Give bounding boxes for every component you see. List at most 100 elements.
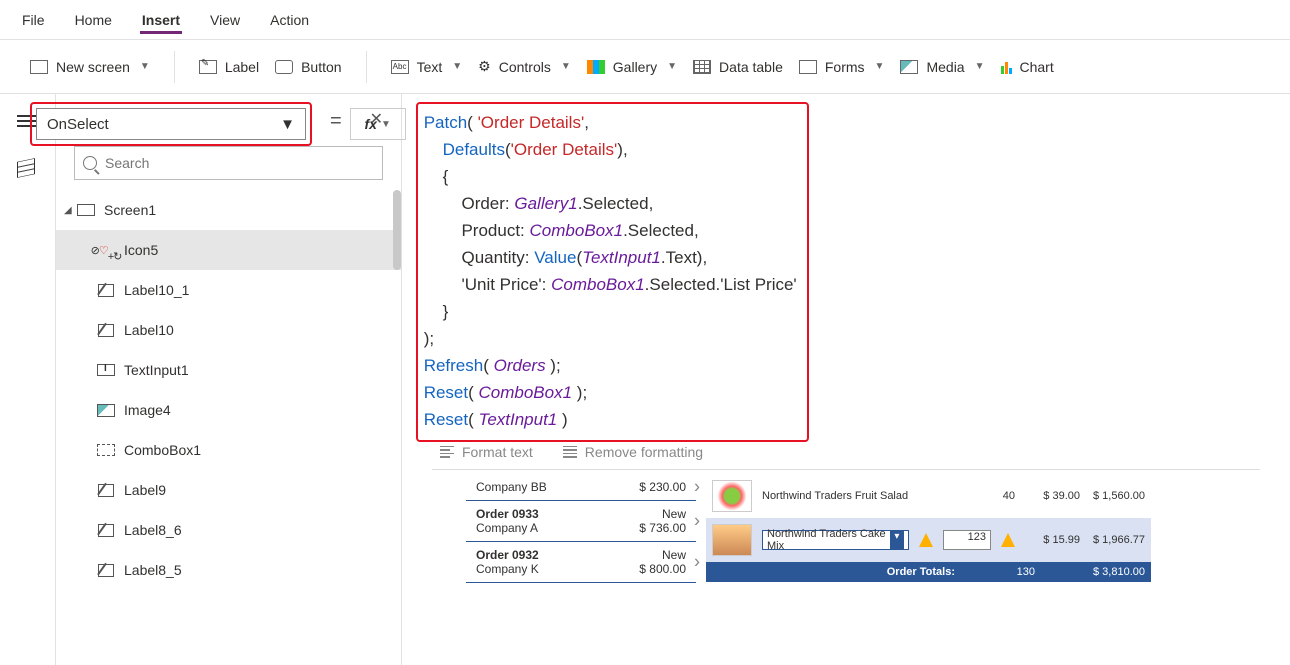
order-details: Northwind Traders Fruit Salad 40 $ 39.00… [706, 474, 1151, 582]
forms-label: Forms [825, 59, 865, 75]
tree-item-label9[interactable]: Label9 [56, 470, 401, 510]
new-screen-button[interactable]: New screen ▼ [22, 53, 158, 81]
controls-dropdown[interactable]: ⚙ Controls ▼ [470, 52, 579, 81]
remove-formatting-label: Remove formatting [585, 444, 703, 460]
label-label: Label [225, 59, 259, 75]
menu-action[interactable]: Action [268, 6, 311, 34]
menu-view[interactable]: View [208, 6, 242, 34]
chevron-down-icon[interactable]: ▾ [890, 531, 904, 549]
chevron-right-icon: › [694, 511, 700, 532]
tree-item-label: Label9 [124, 482, 166, 498]
label-button[interactable]: ✎ Label [191, 53, 267, 81]
amount-label: $ 736.00 [639, 521, 686, 535]
menu-file[interactable]: File [20, 6, 47, 34]
order-gallery[interactable]: Company BB$ 230.00 › Order 0933 New Compa… [466, 474, 696, 583]
formula-bar[interactable]: Patch( 'Order Details', Defaults('Order … [424, 110, 797, 434]
product-name: Northwind Traders Fruit Salad [762, 490, 965, 502]
ribbon: New screen ▼ ✎ Label Button Abc Text ▼ ⚙… [0, 40, 1290, 94]
gallery-label: Gallery [613, 59, 657, 75]
product-thumbnail [712, 524, 752, 556]
label-icon: ✎ [199, 60, 217, 74]
chevron-down-icon: ▼ [875, 61, 885, 72]
detail-line: Northwind Traders Fruit Salad 40 $ 39.00… [706, 474, 1151, 518]
warning-icon [1001, 533, 1015, 547]
text-label: Text [417, 59, 443, 75]
combobox-value: Northwind Traders Cake Mix [767, 528, 890, 552]
forms-icon [799, 60, 817, 74]
menu-home[interactable]: Home [73, 6, 114, 34]
datatable-label: Data table [719, 59, 783, 75]
price-label: $ 15.99 [1025, 534, 1080, 546]
chevron-down-icon: ▼ [975, 61, 985, 72]
chevron-down-icon: ▼ [667, 61, 677, 72]
qty-label: 40 [975, 490, 1015, 502]
media-dropdown[interactable]: Media ▼ [892, 53, 992, 81]
remove-formatting-icon [563, 446, 577, 458]
gallery-row[interactable]: Order 0932New Company K$ 800.00 › [466, 542, 696, 583]
datatable-button[interactable]: Data table [685, 53, 791, 81]
fx-button[interactable]: fx ▼ [350, 108, 406, 140]
text-icon: Abc [391, 60, 409, 74]
tree-item-label: Label8_6 [124, 522, 182, 538]
status-label: New [662, 507, 686, 521]
chart-dropdown[interactable]: Chart [993, 53, 1062, 81]
button-button[interactable]: Button [267, 53, 349, 81]
label-icon [98, 484, 114, 497]
label-icon [98, 564, 114, 577]
button-label: Button [301, 59, 341, 75]
chevron-down-icon: ▼ [140, 61, 150, 72]
media-icon [900, 60, 918, 74]
totals-ext: $ 3,810.00 [1035, 566, 1145, 578]
gallery-row[interactable]: Company BB$ 230.00 › [466, 474, 696, 501]
label-icon [98, 524, 114, 537]
chart-label: Chart [1020, 59, 1054, 75]
equals-sign: = [322, 110, 350, 133]
button-icon [275, 60, 293, 74]
price-label: $ 39.00 [1025, 490, 1080, 502]
remove-formatting-button[interactable]: Remove formatting [563, 444, 703, 460]
tree-item-label: Label8_5 [124, 562, 182, 578]
gallery-row[interactable]: Order 0933New Company A$ 736.00 › [466, 501, 696, 542]
media-label: Media [926, 59, 964, 75]
chevron-down-icon: ▼ [561, 61, 571, 72]
new-screen-icon [30, 60, 48, 74]
menu-insert[interactable]: Insert [140, 6, 182, 34]
totals-qty: 130 [995, 566, 1035, 578]
gallery-icon [587, 60, 605, 74]
order-id-label: Order 0933 [476, 507, 539, 521]
company-label: Company K [476, 562, 539, 576]
ext-label: $ 1,966.77 [1090, 534, 1145, 546]
gallery-dropdown[interactable]: Gallery ▼ [579, 53, 685, 81]
tree-item-label8-5[interactable]: Label8_5 [56, 550, 401, 590]
warning-icon [919, 533, 933, 547]
combobox-icon [97, 444, 115, 456]
chevron-down-icon: ▼ [280, 116, 295, 133]
new-screen-label: New screen [56, 59, 130, 75]
controls-label: Controls [499, 59, 551, 75]
status-label: New [662, 548, 686, 562]
property-row: OnSelect ▼ = fx ▼ Patch( 'Order Details'… [0, 94, 1290, 442]
amount-label: $ 800.00 [639, 562, 686, 576]
detail-edit-line: Northwind Traders Cake Mix ▾ 123 $ 15.99… [706, 518, 1151, 562]
property-selector[interactable]: OnSelect ▼ [36, 108, 306, 140]
totals-row: Order Totals: 130 $ 3,810.00 [706, 562, 1151, 582]
product-combobox[interactable]: Northwind Traders Cake Mix ▾ [762, 530, 909, 550]
property-selector-highlight: OnSelect ▼ [30, 102, 312, 146]
property-value: OnSelect [47, 116, 109, 133]
chevron-down-icon: ▼ [452, 61, 462, 72]
top-menu: File Home Insert View Action [0, 0, 1290, 40]
quantity-input[interactable]: 123 [943, 530, 991, 550]
text-dropdown[interactable]: Abc Text ▼ [383, 53, 471, 81]
tree-item-label8-6[interactable]: Label8_6 [56, 510, 401, 550]
fx-label: fx [365, 116, 377, 132]
chevron-right-icon: › [694, 552, 700, 573]
format-text-button[interactable]: Format text [440, 444, 533, 460]
product-thumbnail [712, 480, 752, 512]
chart-icon [1001, 60, 1012, 74]
totals-label: Order Totals: [712, 566, 995, 578]
forms-dropdown[interactable]: Forms ▼ [791, 53, 893, 81]
chevron-down-icon: ▼ [381, 119, 391, 130]
order-id-label: Order 0932 [476, 548, 539, 562]
datatable-icon [693, 60, 711, 74]
amount-label: $ 230.00 [639, 480, 686, 494]
